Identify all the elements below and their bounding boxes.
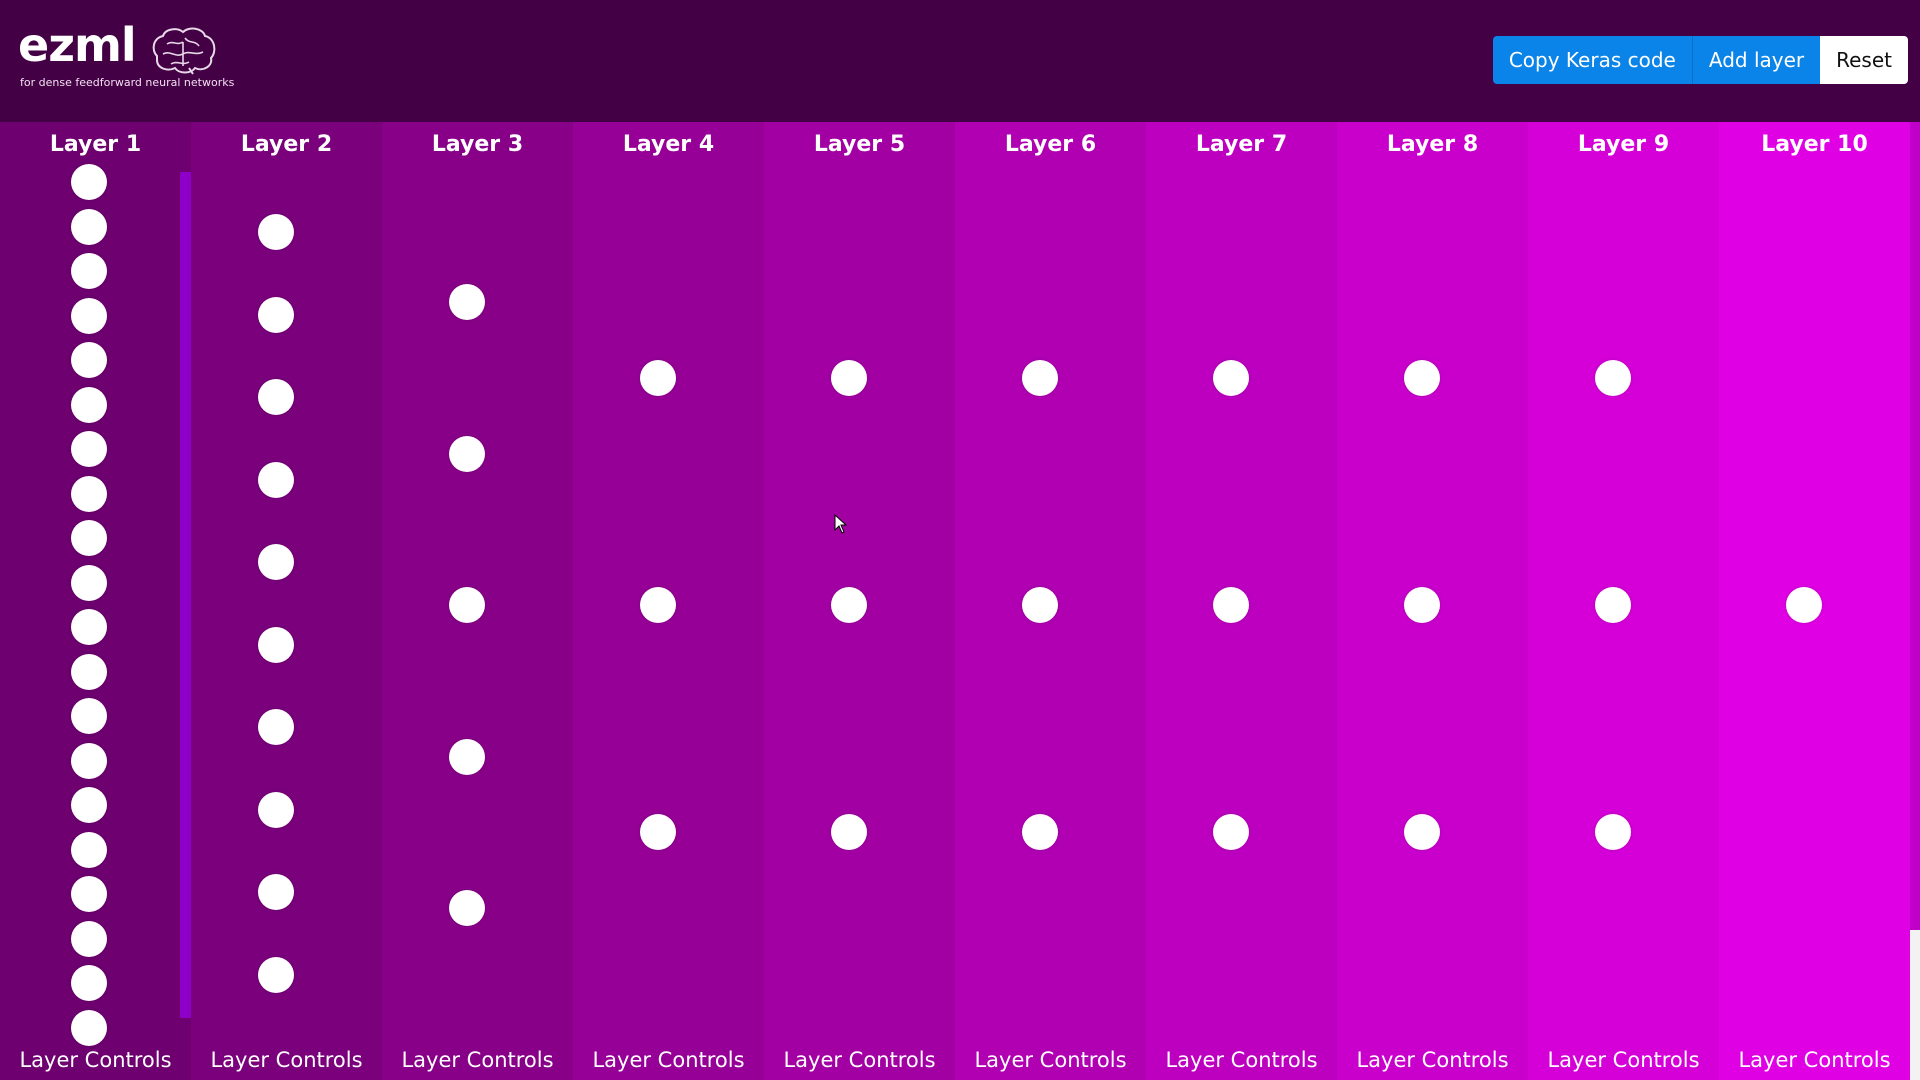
neuron-node[interactable] bbox=[258, 791, 294, 828]
neuron-node[interactable] bbox=[1022, 587, 1058, 623]
neuron-node[interactable] bbox=[1213, 814, 1249, 850]
layer-title: Layer 1 bbox=[49, 132, 142, 157]
neuron-node[interactable] bbox=[258, 461, 294, 498]
neuron-node[interactable] bbox=[71, 787, 107, 823]
neuron-node[interactable] bbox=[449, 435, 485, 472]
neuron-node[interactable] bbox=[71, 564, 107, 601]
layer-controls-button[interactable]: Layer Controls bbox=[1528, 1048, 1719, 1072]
layer-column-4: Layer 4 Layer Controls bbox=[573, 122, 764, 1080]
neuron-node[interactable] bbox=[71, 475, 107, 512]
layers-area: Layer 1 Layer Controls Layer 2 Layer Contro… bbox=[0, 122, 1910, 1080]
page-scrollbar-thumb[interactable] bbox=[1910, 930, 1920, 1080]
neuron-node[interactable] bbox=[71, 876, 107, 912]
neuron-node[interactable] bbox=[1022, 360, 1058, 396]
neuron-node[interactable] bbox=[71, 609, 107, 645]
layer-title: Layer 10 bbox=[1761, 132, 1868, 157]
neuron-node[interactable] bbox=[1786, 587, 1822, 623]
neuron-node[interactable] bbox=[449, 738, 485, 775]
logo: ezml bbox=[18, 22, 219, 80]
layer-1-scrollbar[interactable] bbox=[180, 172, 191, 1018]
neuron-node[interactable] bbox=[640, 587, 676, 623]
toolbar: Copy Keras code Add layer Reset bbox=[1492, 36, 1908, 84]
layer-controls-button[interactable]: Layer Controls bbox=[573, 1048, 764, 1072]
layer-controls-button[interactable]: Layer Controls bbox=[955, 1048, 1146, 1072]
layer-title: Layer 9 bbox=[1577, 132, 1670, 157]
add-layer-button[interactable]: Add layer bbox=[1691, 36, 1821, 84]
neuron-node[interactable] bbox=[1213, 587, 1249, 623]
layer-title: Layer 4 bbox=[622, 132, 715, 157]
neuron-node[interactable] bbox=[258, 709, 294, 745]
logo-text: ezml bbox=[18, 18, 137, 72]
app-header: ezml for dense feedforward neural networ… bbox=[0, 0, 1920, 122]
layer-title: Layer 3 bbox=[431, 132, 524, 157]
neuron-node[interactable] bbox=[449, 587, 485, 623]
neuron-node[interactable] bbox=[71, 297, 107, 334]
neuron-node[interactable] bbox=[258, 214, 294, 250]
neuron-node[interactable] bbox=[1595, 587, 1631, 623]
layer-column-9: Layer 9 Layer Controls bbox=[1528, 122, 1719, 1080]
layer-title: Layer 8 bbox=[1386, 132, 1479, 157]
neuron-node[interactable] bbox=[71, 520, 107, 556]
neuron-node[interactable] bbox=[258, 956, 294, 993]
neuron-node[interactable] bbox=[258, 379, 294, 415]
layer-column-1: Layer 1 Layer Controls bbox=[0, 122, 191, 1080]
neuron-node[interactable] bbox=[258, 874, 294, 910]
neuron-node[interactable] bbox=[1595, 814, 1631, 850]
layer-title: Layer 6 bbox=[1004, 132, 1097, 157]
neuron-node[interactable] bbox=[71, 253, 107, 289]
layer-controls-button[interactable]: Layer Controls bbox=[1337, 1048, 1528, 1072]
layer-column-6: Layer 6 Layer Controls bbox=[955, 122, 1146, 1080]
neuron-node[interactable] bbox=[640, 360, 676, 396]
layer-controls-button[interactable]: Layer Controls bbox=[764, 1048, 955, 1072]
layer-column-7: Layer 7 Layer Controls bbox=[1146, 122, 1337, 1080]
layer-column-5: Layer 5 Layer Controls bbox=[764, 122, 955, 1080]
neuron-node[interactable] bbox=[1213, 360, 1249, 396]
neuron-node[interactable] bbox=[831, 587, 867, 623]
neuron-node[interactable] bbox=[71, 831, 107, 868]
neuron-node[interactable] bbox=[449, 284, 485, 320]
layer-column-2: Layer 2 Layer Controls bbox=[191, 122, 382, 1080]
neuron-node[interactable] bbox=[71, 1009, 107, 1046]
neuron-node[interactable] bbox=[258, 544, 294, 580]
layer-controls-button[interactable]: Layer Controls bbox=[1719, 1048, 1910, 1072]
tagline: for dense feedforward neural networks bbox=[20, 76, 235, 89]
layer-controls-button[interactable]: Layer Controls bbox=[191, 1048, 382, 1072]
neuron-node[interactable] bbox=[831, 360, 867, 396]
neuron-node[interactable] bbox=[71, 653, 107, 690]
neuron-node[interactable] bbox=[258, 296, 294, 333]
layer-title: Layer 5 bbox=[813, 132, 906, 157]
neuron-node[interactable] bbox=[71, 208, 107, 245]
neuron-node[interactable] bbox=[449, 890, 485, 926]
neuron-node[interactable] bbox=[1404, 587, 1440, 623]
layer-column-8: Layer 8 Layer Controls bbox=[1337, 122, 1528, 1080]
layer-controls-button[interactable]: Layer Controls bbox=[1146, 1048, 1337, 1072]
layer-controls-button[interactable]: Layer Controls bbox=[0, 1048, 191, 1072]
neuron-node[interactable] bbox=[1022, 814, 1058, 850]
reset-button[interactable]: Reset bbox=[1820, 36, 1908, 84]
neuron-node[interactable] bbox=[71, 698, 107, 734]
brain-icon bbox=[149, 26, 219, 80]
neuron-node[interactable] bbox=[1404, 360, 1440, 396]
neuron-node[interactable] bbox=[71, 342, 107, 378]
neuron-node[interactable] bbox=[71, 431, 107, 467]
neuron-node[interactable] bbox=[1404, 814, 1440, 850]
neuron-node[interactable] bbox=[831, 814, 867, 850]
neuron-node[interactable] bbox=[71, 164, 107, 200]
layer-controls-button[interactable]: Layer Controls bbox=[382, 1048, 573, 1072]
neuron-node[interactable] bbox=[71, 965, 107, 1001]
neuron-node[interactable] bbox=[71, 742, 107, 779]
layer-column-10: Layer 10 Layer Controls bbox=[1719, 122, 1910, 1080]
layer-column-3: Layer 3 Layer Controls bbox=[382, 122, 573, 1080]
neuron-node[interactable] bbox=[71, 386, 107, 423]
neuron-node[interactable] bbox=[1595, 360, 1631, 396]
neuron-node[interactable] bbox=[71, 920, 107, 957]
neuron-node[interactable] bbox=[640, 814, 676, 850]
mouse-cursor-icon bbox=[834, 514, 848, 534]
layer-title: Layer 7 bbox=[1195, 132, 1288, 157]
neuron-node[interactable] bbox=[258, 626, 294, 663]
layer-title: Layer 2 bbox=[240, 132, 333, 157]
copy-keras-code-button[interactable]: Copy Keras code bbox=[1492, 36, 1692, 84]
